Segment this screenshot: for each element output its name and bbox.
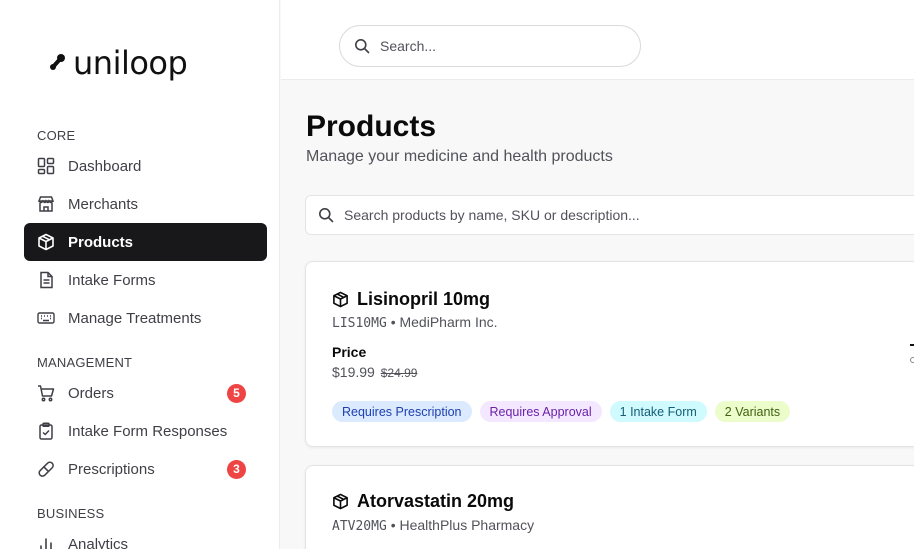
- pill-icon: [37, 460, 55, 478]
- store-icon: [37, 195, 55, 213]
- meta-separator: •: [390, 314, 396, 330]
- original-price: $24.99: [380, 366, 418, 380]
- sidebar-item-label: Intake Forms: [68, 271, 156, 289]
- logo-mark-icon: [47, 50, 67, 76]
- product-meta: ATV20MG • HealthPlus Pharmacy: [332, 517, 534, 534]
- file-text-icon: [37, 271, 55, 289]
- sidebar-item-manage-treatments[interactable]: Manage Treatments: [24, 299, 267, 337]
- prescriptions-count-badge: 3: [227, 459, 246, 479]
- product-sku: LIS10MG: [332, 316, 387, 331]
- page-subtitle: Manage your medicine and health products: [306, 148, 613, 165]
- product-title[interactable]: Atorvastatin 20mg: [332, 491, 514, 512]
- sidebar-item-label: Orders: [68, 384, 114, 402]
- package-icon: [332, 291, 349, 308]
- product-meta: LIS10MG • MediPharm Inc.: [332, 314, 498, 331]
- tag-variants: 2 Variants: [714, 401, 791, 422]
- sidebar-item-label: Products: [68, 233, 134, 251]
- sidebar-item-label: Merchants: [68, 195, 139, 213]
- product-title[interactable]: Lisinopril 10mg: [332, 289, 490, 310]
- product-name: Atorvastatin 20mg: [357, 491, 515, 511]
- product-merchant: MediPharm Inc.: [399, 314, 498, 330]
- product-card[interactable]: Lisinopril 10mg LIS10MG • MediPharm Inc.…: [305, 261, 914, 447]
- sidebar-item-analytics[interactable]: Analytics: [24, 525, 267, 549]
- package-icon: [332, 493, 349, 510]
- tag-requires-prescription: Requires Prescription: [332, 401, 472, 422]
- sidebar: uniloop CORE Dashboard Merchants Product…: [0, 0, 280, 549]
- meta-separator: •: [390, 517, 396, 533]
- dashboard-icon: [37, 157, 55, 175]
- tag-requires-approval: Requires Approval: [479, 401, 602, 422]
- product-name: Lisinopril 10mg: [357, 289, 491, 309]
- sidebar-item-merchants[interactable]: Merchants: [24, 185, 267, 223]
- cart-icon: [37, 384, 55, 402]
- brand-name: uniloop: [73, 44, 188, 82]
- clipboard-check-icon: [37, 422, 55, 440]
- sidebar-item-label: Manage Treatments: [68, 309, 202, 327]
- sidebar-item-label: Prescriptions: [68, 460, 155, 478]
- sidebar-item-products[interactable]: Products: [24, 223, 267, 261]
- product-sku: ATV20MG: [332, 519, 387, 534]
- product-merchant: HealthPlus Pharmacy: [399, 517, 535, 533]
- section-label-management: MANAGEMENT: [37, 355, 133, 370]
- global-search[interactable]: [339, 25, 641, 67]
- section-label-business: BUSINESS: [37, 506, 105, 521]
- orders-count-badge: 5: [227, 383, 246, 403]
- product-search[interactable]: [305, 195, 914, 235]
- search-icon: [318, 207, 334, 223]
- package-icon: [37, 233, 55, 251]
- clipped-column-edge: [910, 344, 914, 363]
- sidebar-item-orders[interactable]: Orders 5: [24, 374, 267, 412]
- top-bar: [281, 0, 914, 80]
- bar-chart-icon: [37, 535, 55, 549]
- tag-intake-form: 1 Intake Form: [609, 401, 707, 422]
- product-tags: Requires Prescription Requires Approval …: [332, 401, 798, 422]
- sidebar-item-label: Dashboard: [68, 157, 142, 175]
- sidebar-item-dashboard[interactable]: Dashboard: [24, 147, 267, 185]
- current-price: $19.99: [332, 364, 375, 380]
- sidebar-item-label: Intake Form Responses: [68, 422, 228, 440]
- brand-logo[interactable]: uniloop: [47, 44, 188, 82]
- sidebar-item-label: Analytics: [68, 535, 129, 549]
- global-search-input[interactable]: [380, 38, 600, 54]
- sidebar-item-prescriptions[interactable]: Prescriptions 3: [24, 450, 267, 488]
- product-search-input[interactable]: [344, 207, 864, 223]
- keyboard-icon: [37, 309, 55, 327]
- price-label: Price: [332, 344, 367, 360]
- sidebar-item-intake-form-responses[interactable]: Intake Form Responses: [24, 412, 267, 450]
- price-row: $19.99 $24.99: [332, 364, 417, 380]
- section-label-core: CORE: [37, 128, 76, 143]
- sidebar-item-intake-forms[interactable]: Intake Forms: [24, 261, 267, 299]
- page-title: Products: [306, 110, 437, 143]
- product-card[interactable]: Atorvastatin 20mg ATV20MG • HealthPlus P…: [305, 465, 914, 549]
- search-icon: [354, 38, 370, 54]
